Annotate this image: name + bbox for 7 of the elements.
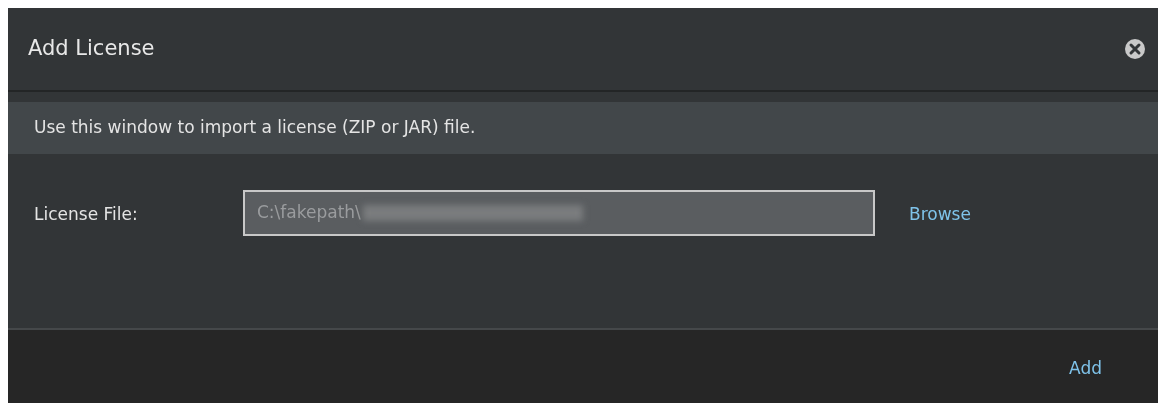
browse-link[interactable]: Browse <box>909 202 971 228</box>
info-text: Use this window to import a license (ZIP or JAR) file. <box>34 116 476 140</box>
field-value: C:\fakepath\ <box>257 201 361 225</box>
window-title: Add License <box>28 35 155 63</box>
close-icon[interactable] <box>1124 38 1146 60</box>
field-label: License File: <box>34 203 139 226</box>
add-button[interactable]: Add <box>1069 355 1102 382</box>
